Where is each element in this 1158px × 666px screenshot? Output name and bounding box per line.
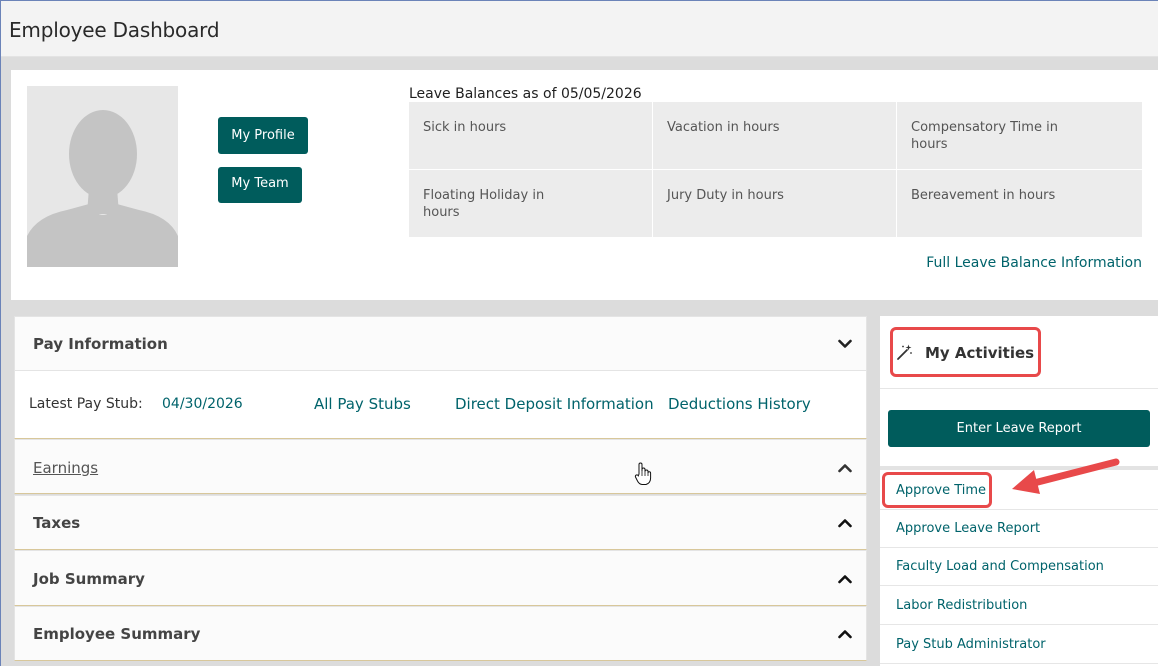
pay-information-title: Pay Information [33,335,168,353]
job-summary-title: Job Summary [33,570,145,588]
employee-summary-title: Employee Summary [33,625,201,643]
chevron-up-icon[interactable] [838,574,852,584]
leave-balances-grid: Sick in hours Vacation in hours Compensa… [409,102,1142,238]
leave-balances-title: Leave Balances as of 05/05/2026 [409,86,642,102]
chevron-down-icon[interactable] [838,339,852,349]
leave-cell-floating-holiday: Floating Holiday in hours [409,170,653,238]
red-arrow-icon [1012,458,1120,494]
earnings-title: Earnings [33,459,99,477]
taxes-title: Taxes [33,514,81,532]
leave-cell-jury-duty: Jury Duty in hours [653,170,897,238]
deductions-history-link[interactable]: Deductions History [668,395,811,413]
page-header: Employee Dashboard [1,1,1158,57]
taxes-header[interactable]: Taxes [14,495,867,550]
leave-cell-vacation: Vacation in hours [653,102,897,170]
pay-stub-row: Latest Pay Stub: 04/30/2026 All Pay Stub… [14,371,867,439]
pay-information-header[interactable]: Pay Information [14,316,867,371]
highlight-box [882,472,992,508]
pay-panel: Pay Information Latest Pay Stub: 04/30/2… [14,316,867,666]
latest-pay-stub-date-link[interactable]: 04/30/2026 [162,396,243,412]
page-title: Employee Dashboard [9,18,220,42]
person-silhouette-icon [27,86,178,267]
earnings-header[interactable]: Earnings [14,439,867,494]
my-profile-button[interactable]: My Profile [218,117,308,154]
labor-redistribution-link[interactable]: Labor Redistribution [880,586,1158,625]
direct-deposit-link[interactable]: Direct Deposit Information [455,395,654,413]
job-summary-header[interactable]: Job Summary [14,550,867,606]
employee-summary-header[interactable]: Employee Summary [14,606,867,661]
chevron-up-icon[interactable] [838,518,852,528]
avatar [27,86,178,267]
highlight-box [890,327,1041,377]
leave-cell-compensatory: Compensatory Time in hours [897,102,1142,170]
pay-stub-administrator-link[interactable]: Pay Stub Administrator [880,625,1158,664]
faculty-load-link[interactable]: Faculty Load and Compensation [880,547,1158,586]
approve-leave-report-link[interactable]: Approve Leave Report [880,509,1158,548]
chevron-up-icon[interactable] [838,463,852,473]
full-leave-balance-link[interactable]: Full Leave Balance Information [926,255,1142,271]
leave-cell-bereavement: Bereavement in hours [897,170,1142,238]
latest-pay-stub-label: Latest Pay Stub: [29,396,143,412]
chevron-up-icon[interactable] [838,629,852,639]
hand-cursor-icon [634,462,652,485]
leave-cell-sick: Sick in hours [409,102,653,170]
enter-leave-report-button[interactable]: Enter Leave Report [888,410,1150,447]
my-activities-header: My Activities [880,316,1158,389]
all-pay-stubs-link[interactable]: All Pay Stubs [314,395,411,413]
my-team-button[interactable]: My Team [218,167,302,203]
